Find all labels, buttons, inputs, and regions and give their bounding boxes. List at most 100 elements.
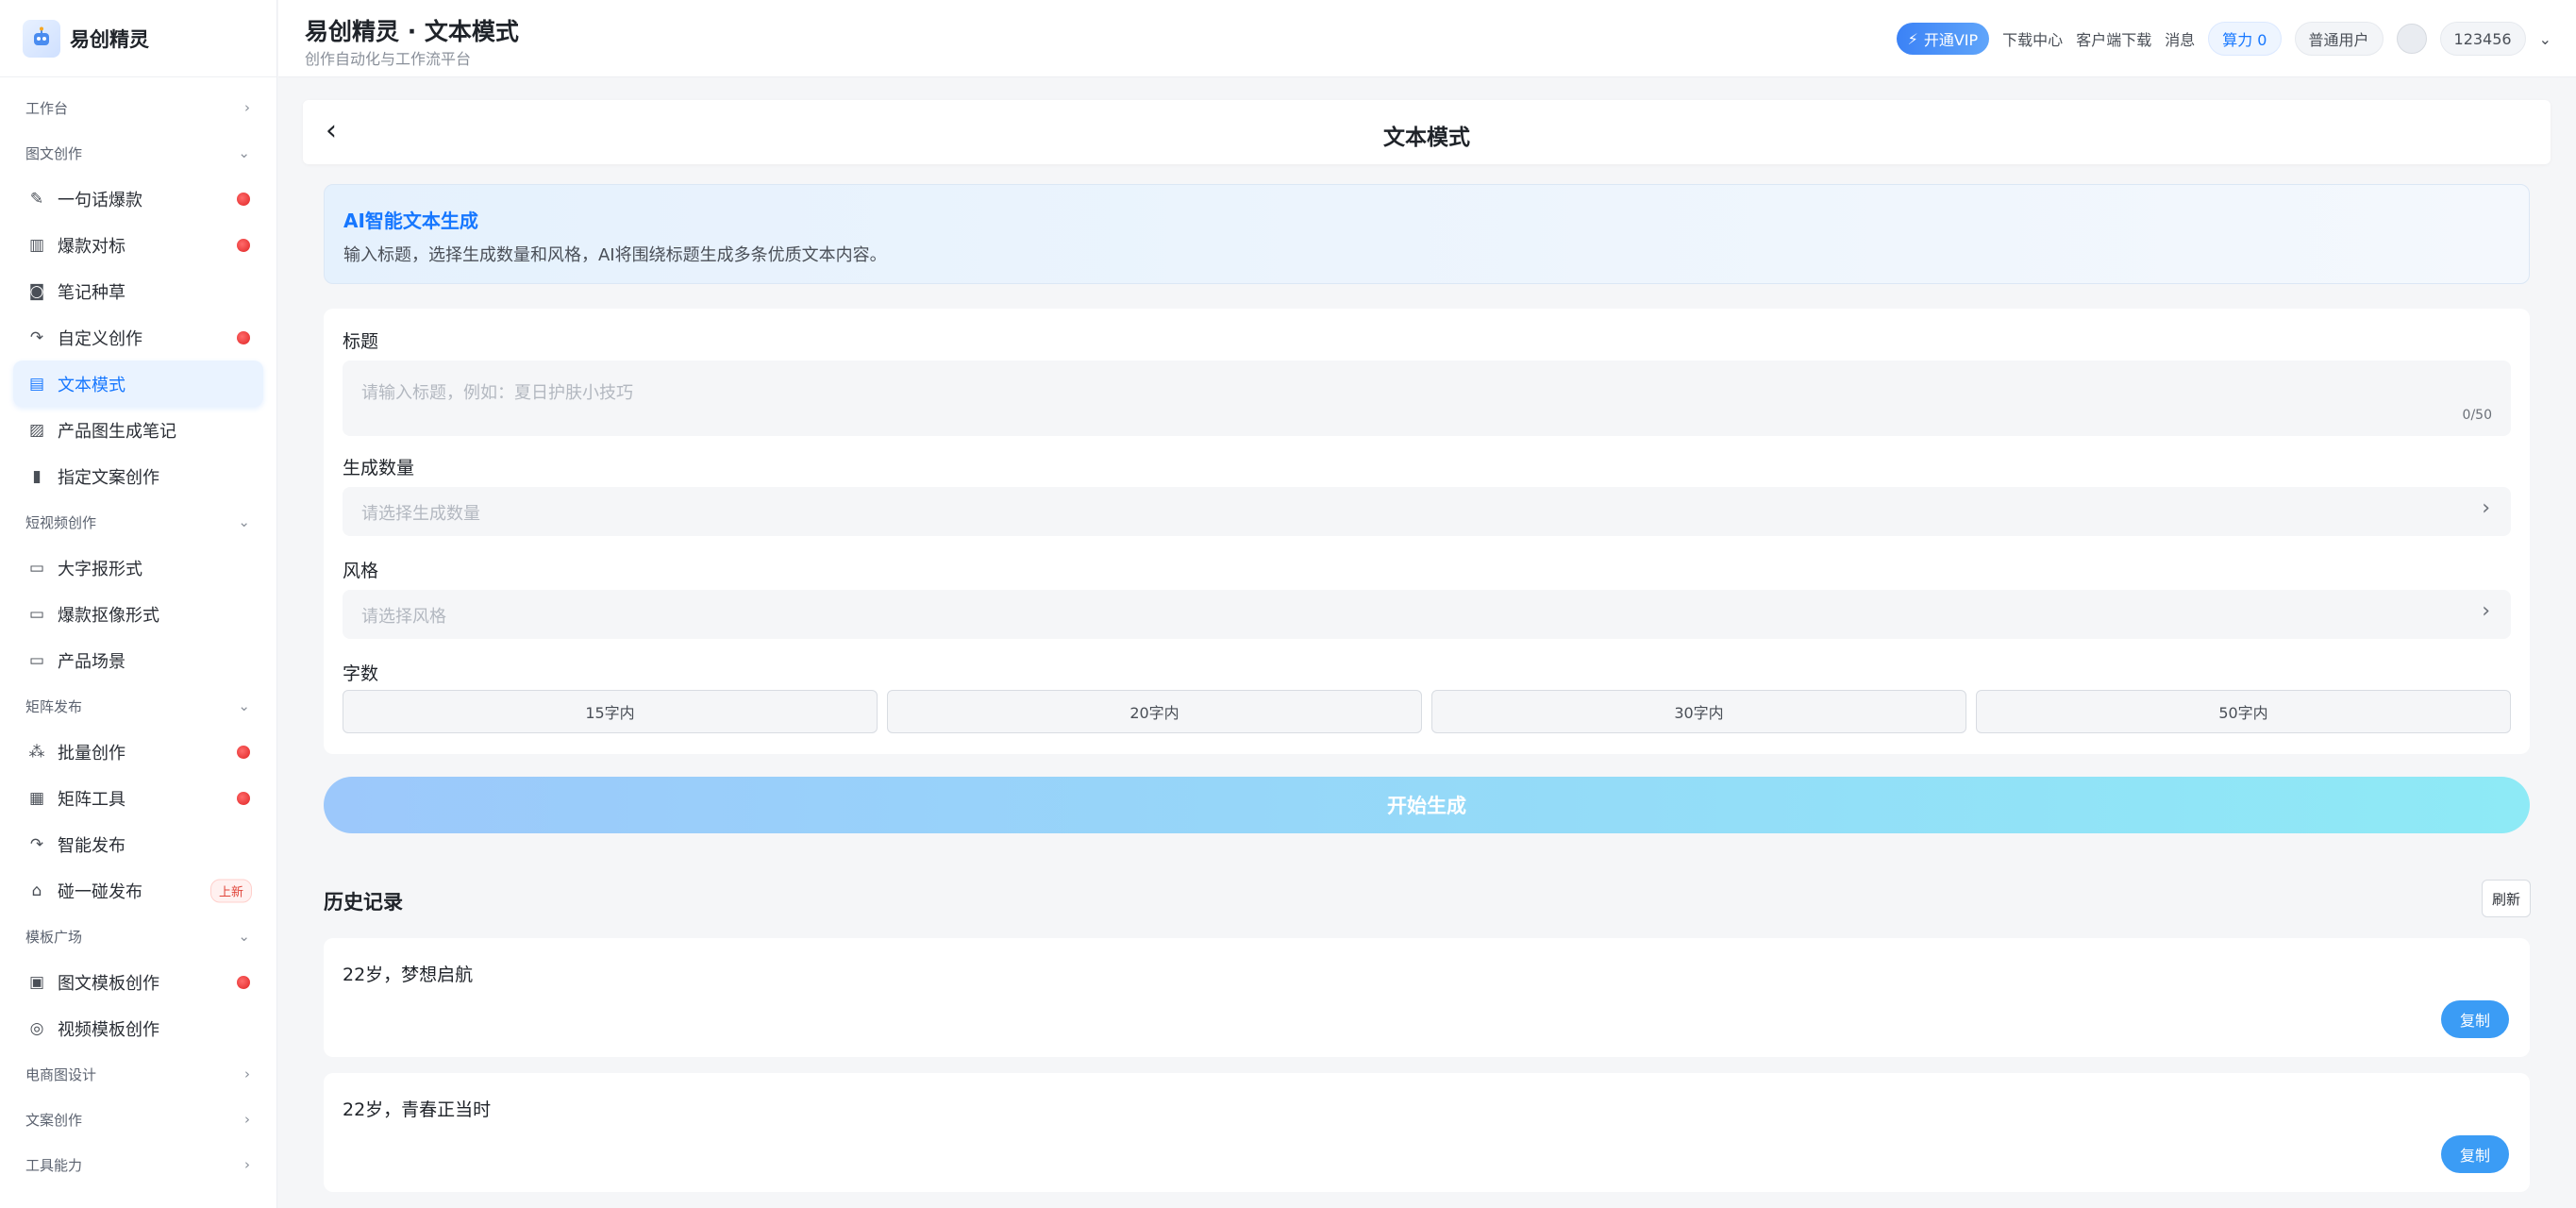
share-arrow-icon: ↷: [29, 327, 44, 347]
user-type-badge[interactable]: 普通用户: [2294, 22, 2384, 56]
sidebar-item-cutout[interactable]: ▭ 爆款抠像形式: [13, 591, 263, 637]
nav-group-workbench[interactable]: 工作台 ›: [13, 85, 263, 130]
group-label: 工具能力: [25, 1156, 83, 1174]
grid-icon: ▦: [28, 788, 45, 808]
sidebar-item-one-sentence[interactable]: ✎ 一句话爆款: [13, 176, 263, 222]
group-label: 工作台: [25, 99, 69, 117]
nav-group-tools[interactable]: 工具能力 ›: [13, 1142, 263, 1187]
item-label: 碰一碰发布: [58, 881, 142, 902]
item-label: 批量创作: [58, 743, 125, 763]
sidebar-item-custom[interactable]: ↷ 自定义创作: [13, 314, 263, 361]
word-option-15[interactable]: 15字内: [343, 690, 878, 733]
history-item-text: 22岁，梦想启航: [343, 965, 474, 985]
page-header-subtitle: 创作自动化与工作流平台: [305, 50, 472, 68]
nav-group-video[interactable]: 短视频创作 ⌄: [13, 499, 263, 545]
copy-button[interactable]: 复制: [2441, 1000, 2509, 1038]
title-placeholder: 请输入标题，例如：夏日护肤小技巧: [361, 383, 633, 403]
video-frame-icon: ▭: [28, 650, 45, 670]
book-icon: ▮: [32, 466, 42, 486]
avatar[interactable]: [2396, 24, 2427, 54]
copy-button[interactable]: 复制: [2441, 1135, 2509, 1173]
item-label: 笔记种草: [58, 282, 125, 303]
vip-label: 开通VIP: [1923, 31, 1979, 49]
vip-button[interactable]: ⚡ 开通VIP: [1896, 23, 1990, 55]
chevron-down-icon: ⌄: [238, 144, 250, 161]
app-logo[interactable]: 易创精灵: [0, 0, 276, 77]
generation-form: 标题 请输入标题，例如：夏日护肤小技巧 0/50 生成数量 请选择生成数量 › …: [324, 309, 2530, 754]
item-label: 图文模板创作: [58, 973, 159, 994]
chevron-down-icon: ⌄: [238, 513, 250, 530]
nav-group-ecommerce[interactable]: 电商图设计 ›: [13, 1051, 263, 1097]
item-label: 大字报形式: [58, 559, 142, 579]
sidebar-item-product-scene[interactable]: ▭ 产品场景: [13, 637, 263, 683]
app-name: 易创精灵: [70, 27, 149, 51]
page-title: 文本模式: [1383, 126, 1470, 150]
item-label: 矩阵工具: [58, 789, 125, 810]
count-label: 生成数量: [343, 458, 415, 478]
page-title-bar: ‹ 文本模式: [303, 100, 2551, 164]
chevron-right-icon: ›: [2482, 599, 2490, 623]
robot-logo-icon: [23, 19, 60, 58]
sidebar-item-benchmark[interactable]: ▥ 爆款对标: [13, 222, 263, 268]
sidebar-item-batch[interactable]: ⁂ 批量创作: [13, 729, 263, 775]
video-template-icon: ◎: [29, 1018, 44, 1038]
title-input[interactable]: 请输入标题，例如：夏日护肤小技巧 0/50: [343, 361, 2511, 436]
item-label: 爆款对标: [58, 236, 125, 257]
style-select[interactable]: 请选择风格 ›: [343, 590, 2511, 639]
start-generate-button[interactable]: 开始生成: [324, 777, 2530, 833]
sidebar-item-tap-publish[interactable]: ⌂ 碰一碰发布 上新: [13, 867, 263, 914]
chevron-down-icon: ⌄: [238, 697, 250, 714]
video-frame-icon: ▭: [28, 604, 45, 624]
page-header-title: 易创精灵 · 文本模式: [305, 18, 519, 45]
item-label: 产品图生成笔记: [58, 421, 176, 442]
sidebar-item-specified-copy[interactable]: ▮ 指定文案创作: [13, 453, 263, 499]
word-option-20[interactable]: 20字内: [887, 690, 1422, 733]
word-option-30[interactable]: 30字内: [1431, 690, 1966, 733]
messages-link[interactable]: 消息: [2165, 27, 2195, 50]
group-label: 矩阵发布: [25, 697, 83, 715]
sidebar-item-smart-publish[interactable]: ↷ 智能发布: [13, 821, 263, 867]
item-label: 视频模板创作: [58, 1019, 159, 1040]
history-item: 22岁，梦想启航 复制: [324, 938, 2530, 1057]
hot-badge-icon: [237, 975, 250, 989]
group-label: 文案创作: [25, 1111, 83, 1129]
lightning-icon: ⚡: [1907, 29, 1918, 48]
chevron-right-icon: ›: [2482, 496, 2490, 520]
share-arrow-icon: ↷: [29, 834, 44, 854]
sidebar-item-product-image[interactable]: ▨ 产品图生成笔记: [13, 407, 263, 453]
item-label: 文本模式: [58, 375, 125, 395]
chevron-right-icon: ›: [244, 1156, 250, 1173]
count-select[interactable]: 请选择生成数量 ›: [343, 487, 2511, 536]
chevron-right-icon: ›: [244, 1111, 250, 1128]
client-download-link[interactable]: 客户端下载: [2076, 27, 2151, 50]
history-title: 历史记录: [324, 891, 403, 914]
char-counter: 0/50: [2462, 408, 2492, 423]
hot-badge-icon: [237, 330, 250, 344]
power-badge[interactable]: 算力 0: [2208, 22, 2282, 56]
hot-badge-icon: [237, 192, 250, 206]
sidebar-item-matrix-tools[interactable]: ▦ 矩阵工具: [13, 775, 263, 821]
nav-group-matrix[interactable]: 矩阵发布 ⌄: [13, 683, 263, 729]
group-label: 图文创作: [25, 144, 83, 162]
nav-group-graphic[interactable]: 图文创作 ⌄: [13, 130, 263, 176]
sidebar-item-notes[interactable]: ◙ 笔记种草: [13, 268, 263, 314]
sidebar-item-text-mode[interactable]: ▤ 文本模式: [13, 361, 263, 407]
download-center-link[interactable]: 下载中心: [2002, 27, 2063, 50]
item-label: 指定文案创作: [58, 467, 159, 488]
count-placeholder: 请选择生成数量: [361, 504, 480, 524]
group-label: 模板广场: [25, 928, 83, 946]
nav-group-copywriting[interactable]: 文案创作 ›: [13, 1097, 263, 1142]
refresh-button[interactable]: 刷新: [2482, 880, 2531, 917]
item-label: 产品场景: [58, 651, 125, 672]
sidebar-item-graphic-template[interactable]: ▣ 图文模板创作: [13, 959, 263, 1005]
word-option-50[interactable]: 50字内: [1976, 690, 2511, 733]
chevron-down-icon: ⌄: [238, 928, 250, 945]
hierarchy-icon: ⁂: [28, 742, 45, 762]
sidebar-item-video-template[interactable]: ◎ 视频模板创作: [13, 1005, 263, 1051]
username-badge[interactable]: 123456: [2439, 22, 2526, 56]
nav-group-template[interactable]: 模板广场 ⌄: [13, 914, 263, 959]
chevron-down-icon[interactable]: ⌄: [2539, 30, 2551, 48]
sidebar-item-big-text[interactable]: ▭ 大字报形式: [13, 545, 263, 591]
chart-icon: ▥: [28, 235, 45, 255]
hot-badge-icon: [237, 791, 250, 805]
